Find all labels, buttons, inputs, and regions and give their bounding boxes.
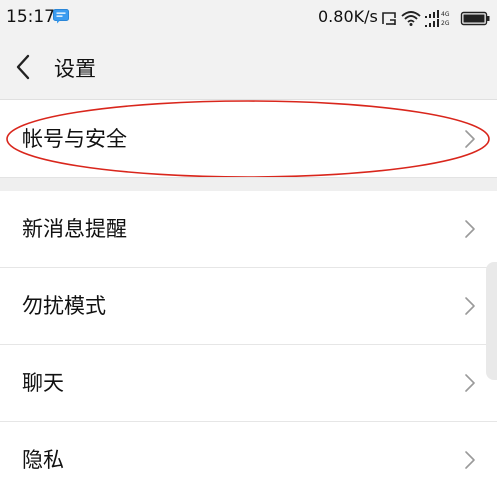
svg-text:2G: 2G — [441, 20, 450, 27]
header-bar: 设置 — [0, 36, 497, 100]
settings-item-label: 勿扰模式 — [22, 294, 106, 318]
chevron-right-icon — [463, 372, 477, 398]
chevron-left-icon — [8, 54, 44, 90]
settings-item-label: 帐号与安全 — [22, 127, 127, 151]
settings-item-label: 聊天 — [22, 371, 64, 395]
status-bar: 15:17 0.80K/s 4G 2G — [0, 0, 497, 36]
settings-item-chat[interactable]: 聊天 — [0, 345, 497, 421]
settings-item-account-security[interactable]: 帐号与安全 — [0, 101, 497, 177]
signal-4g-icon: 4G — [425, 10, 450, 18]
message-notification-icon — [53, 9, 69, 28]
page-title: 设置 — [54, 57, 96, 81]
hd-icon — [382, 12, 396, 25]
battery-icon — [460, 11, 490, 26]
settings-item-label: 隐私 — [22, 448, 64, 472]
network-speed: 0.80K/s — [318, 7, 378, 26]
signal-2g-icon: 2G — [425, 19, 450, 27]
settings-item-privacy[interactable]: 隐私 — [0, 422, 497, 483]
status-time: 15:17 — [6, 7, 55, 27]
wifi-icon — [401, 11, 421, 26]
back-button[interactable] — [8, 48, 44, 86]
settings-item-new-message-alerts[interactable]: 新消息提醒 — [0, 191, 497, 267]
chevron-right-icon — [463, 218, 477, 244]
floating-edge-handle[interactable] — [486, 262, 497, 380]
status-icons: 4G 2G — [381, 9, 493, 31]
settings-item-label: 新消息提醒 — [22, 217, 127, 241]
chevron-right-icon — [463, 449, 477, 475]
chevron-right-icon — [463, 128, 477, 154]
chevron-right-icon — [463, 295, 477, 321]
settings-item-do-not-disturb[interactable]: 勿扰模式 — [0, 268, 497, 344]
svg-text:4G: 4G — [441, 11, 450, 18]
